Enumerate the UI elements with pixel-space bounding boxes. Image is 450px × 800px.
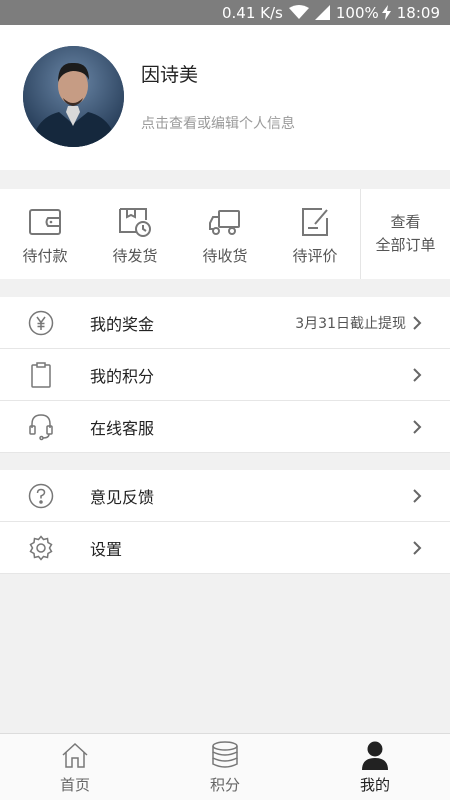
view-all-orders-button[interactable]: 查看 全部订单 bbox=[360, 189, 450, 279]
package-clock-icon bbox=[118, 206, 152, 238]
order-pending-review[interactable]: 待评价 bbox=[270, 189, 360, 279]
menu-item-settings[interactable]: 设置 bbox=[0, 522, 450, 574]
order-pending-receipt[interactable]: 待收货 bbox=[180, 189, 270, 279]
question-icon bbox=[28, 483, 54, 509]
wifi-icon bbox=[288, 5, 309, 20]
battery-percent: 100% bbox=[335, 3, 379, 22]
battery-charging-icon bbox=[381, 5, 391, 20]
menu-group-account: 我的奖金 3月31日截止提现 我的积分 在线客服 bbox=[0, 297, 450, 453]
profile-name[interactable]: 因诗美 bbox=[141, 60, 198, 87]
menu-label: 设置 bbox=[90, 539, 123, 559]
order-label: 待发货 bbox=[112, 247, 158, 265]
home-icon bbox=[60, 740, 90, 770]
order-pending-shipment[interactable]: 待发货 bbox=[90, 189, 180, 279]
wallet-icon bbox=[28, 206, 62, 238]
clock: 18:09 bbox=[396, 3, 440, 22]
view-all-line1: 查看 bbox=[390, 213, 421, 231]
tab-home[interactable]: 首页 bbox=[0, 734, 150, 800]
chevron-right-icon bbox=[413, 368, 422, 382]
bottom-tab-bar: 首页 积分 我的 bbox=[0, 733, 450, 800]
network-speed: 0.41 K/s bbox=[222, 3, 283, 22]
menu-label: 意见反馈 bbox=[90, 487, 155, 507]
status-bar: 0.41 K/s 100% 18:09 bbox=[0, 0, 450, 25]
truck-icon bbox=[208, 206, 242, 238]
chevron-right-icon bbox=[413, 541, 422, 555]
menu-label: 我的积分 bbox=[90, 366, 155, 386]
tab-points[interactable]: 积分 bbox=[150, 734, 300, 800]
menu-item-online-service[interactable]: 在线客服 bbox=[0, 401, 450, 453]
menu-group-app: 意见反馈 设置 bbox=[0, 470, 450, 574]
order-label: 待付款 bbox=[22, 247, 68, 265]
tab-label: 我的 bbox=[359, 776, 390, 794]
person-icon bbox=[360, 740, 390, 770]
order-label: 待收货 bbox=[202, 247, 248, 265]
order-label: 待评价 bbox=[292, 247, 338, 265]
tab-label: 首页 bbox=[59, 776, 90, 794]
headset-icon bbox=[28, 414, 54, 441]
tab-label: 积分 bbox=[209, 776, 240, 794]
gear-icon bbox=[28, 535, 54, 561]
view-all-line2: 全部订单 bbox=[375, 236, 436, 254]
order-pending-payment[interactable]: 待付款 bbox=[0, 189, 90, 279]
bonus-deadline: 3月31日截止提现 bbox=[295, 315, 406, 332]
coins-icon bbox=[210, 740, 240, 770]
review-icon bbox=[298, 206, 332, 238]
tab-mine[interactable]: 我的 bbox=[300, 734, 450, 800]
chevron-right-icon bbox=[413, 489, 422, 503]
profile-edit-hint[interactable]: 点击查看或编辑个人信息 bbox=[141, 113, 295, 133]
menu-item-bonus[interactable]: 我的奖金 3月31日截止提现 bbox=[0, 297, 450, 349]
menu-item-points[interactable]: 我的积分 bbox=[0, 349, 450, 401]
menu-label: 在线客服 bbox=[90, 418, 155, 438]
profile-header[interactable]: 因诗美 点击查看或编辑个人信息 bbox=[0, 25, 450, 170]
signal-icon bbox=[314, 5, 330, 20]
chevron-right-icon bbox=[413, 316, 422, 330]
menu-item-feedback[interactable]: 意见反馈 bbox=[0, 470, 450, 522]
menu-label: 我的奖金 bbox=[90, 314, 155, 334]
clipboard-icon bbox=[28, 362, 54, 388]
yuan-icon bbox=[28, 310, 54, 336]
order-shortcuts: 待付款 待发货 待收货 待评价 查看 全部订单 bbox=[0, 189, 450, 279]
chevron-right-icon bbox=[413, 420, 422, 434]
avatar[interactable] bbox=[23, 46, 124, 147]
